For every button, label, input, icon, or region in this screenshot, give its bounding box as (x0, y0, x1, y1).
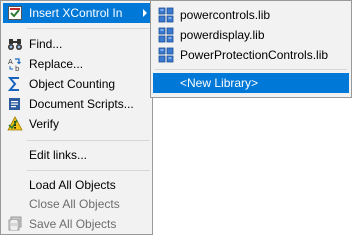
submenu-item-new-library[interactable]: <New Library> (153, 73, 349, 93)
submenu-item-label: <New Library> (180, 76, 259, 90)
scripts-icon (7, 96, 23, 112)
context-menu: Insert XControl In Find... A b Replace..… (0, 0, 153, 235)
menu-item-replace[interactable]: A b Replace... (3, 54, 151, 74)
submenu-item-label: powercontrols.lib (180, 8, 271, 22)
library-icon (158, 7, 174, 23)
svg-text:b: b (15, 65, 20, 72)
menu-separator (27, 170, 150, 171)
menu-item-verify[interactable]: Verify (3, 114, 151, 134)
menu-item-document-scripts[interactable]: Document Scripts... (3, 94, 151, 114)
menu-item-load-all-objects[interactable]: Load All Objects (3, 175, 151, 195)
insert-xcontrol-submenu: powercontrols.lib powerdisplay.lib Power… (150, 0, 352, 98)
menu-item-find[interactable]: Find... (3, 34, 151, 54)
submenu-item-label: powerdisplay.lib (180, 28, 265, 42)
menu-item-label: Replace... (29, 57, 84, 71)
menu-item-close-all-objects: Close All Objects (3, 194, 151, 214)
submenu-separator (155, 69, 347, 70)
library-icon (158, 47, 174, 63)
save-all-icon (7, 216, 23, 232)
menu-separator (27, 28, 150, 29)
menu-item-label: Object Counting (29, 77, 116, 91)
binoculars-icon (7, 36, 23, 52)
submenu-item-library[interactable]: powercontrols.lib (153, 5, 349, 25)
submenu-arrow-icon (143, 9, 147, 17)
xcontrol-icon (7, 5, 23, 21)
menu-item-edit-links[interactable]: Edit links... (3, 145, 151, 165)
menu-item-label: Verify (29, 117, 60, 131)
sigma-icon (7, 76, 23, 92)
menu-item-insert-xcontrol[interactable]: Insert XControl In (3, 3, 151, 23)
menu-item-label: Save All Objects (29, 217, 117, 231)
menu-item-label: Load All Objects (29, 178, 116, 192)
verify-warning-icon (7, 116, 23, 132)
submenu-item-library[interactable]: powerdisplay.lib (153, 25, 349, 45)
menu-item-save-all-objects: Save All Objects (3, 214, 151, 234)
menu-separator (27, 140, 150, 141)
menu-item-label: Close All Objects (29, 197, 120, 211)
menu-item-label: Edit links... (29, 148, 88, 162)
submenu-item-label: PowerProtectionControls.lib (180, 48, 329, 62)
submenu-item-library[interactable]: PowerProtectionControls.lib (153, 45, 349, 65)
menu-item-label: Find... (29, 37, 63, 51)
menu-item-label: Insert XControl In (29, 6, 123, 20)
library-icon (158, 27, 174, 43)
menu-item-object-counting[interactable]: Object Counting (3, 74, 151, 94)
menu-item-label: Document Scripts... (29, 97, 134, 111)
replace-icon: A b (7, 56, 23, 72)
svg-text:A: A (8, 58, 13, 66)
